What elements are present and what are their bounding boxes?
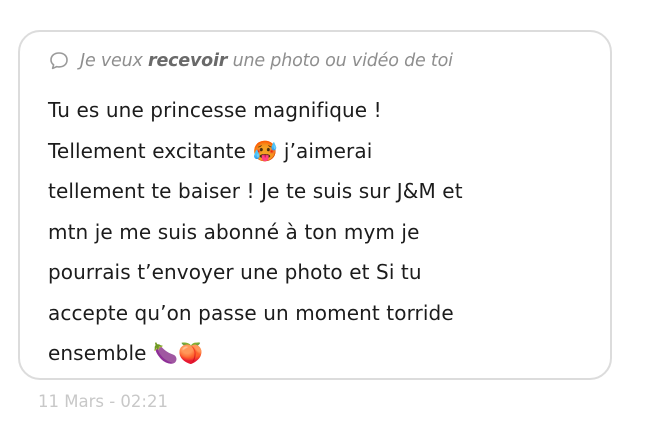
chat-bubble-icon xyxy=(48,50,70,72)
message-line: ensemble 🍆🍑 xyxy=(48,341,204,365)
message-card: Je veux recevoir une photo ou vidéo de t… xyxy=(18,30,612,380)
message-timestamp: 11 Mars - 02:21 xyxy=(38,392,168,411)
message-line: accepte qu’on passe un moment torride xyxy=(48,300,454,325)
message-line: Tu es une princesse magnifique ! xyxy=(48,98,382,122)
request-label: Je veux recevoir une photo ou vidéo de t… xyxy=(48,50,453,72)
request-text: Je veux recevoir une photo ou vidéo de t… xyxy=(80,51,453,71)
request-emphasis: recevoir xyxy=(148,51,228,71)
message-body: Tu es une princesse magnifique ! Telleme… xyxy=(48,90,596,374)
message-line: mtn je me suis abonné à ton mym je xyxy=(48,219,420,244)
message-line: tellement te baiser ! Je te suis sur J&M… xyxy=(48,179,463,203)
message-line: Tellement excitante 🥵 j’aimerai xyxy=(48,138,373,163)
message-line: pourrais t’envoyer une photo et Si tu xyxy=(48,260,422,284)
